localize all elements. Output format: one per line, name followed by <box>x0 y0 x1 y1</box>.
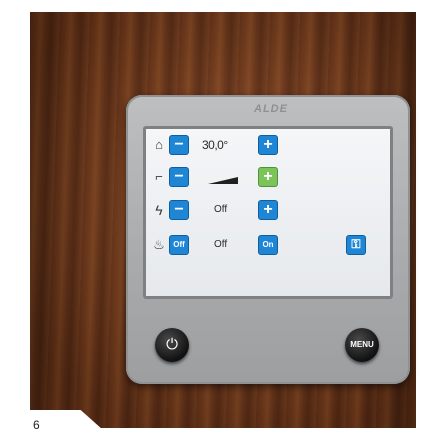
electric-value: Off <box>214 204 228 215</box>
floor-plus-button[interactable]: + <box>258 167 278 187</box>
gas-value: Off <box>214 239 228 250</box>
menu-button[interactable]: MENU <box>345 328 379 362</box>
electric-plus-button[interactable]: + <box>258 200 278 220</box>
temp-plus-button[interactable]: + <box>258 135 278 155</box>
key-lock-button[interactable]: ⚿ <box>346 235 366 255</box>
lightning-icon: ϟ <box>155 202 163 218</box>
floor-heat-icon: ⌐ <box>155 169 163 184</box>
house-thermometer-icon: ⌂ <box>155 137 163 152</box>
gas-on-button[interactable]: On <box>258 235 278 255</box>
brand-logo: ALDE <box>254 103 288 115</box>
level-indicator <box>208 177 238 184</box>
flame-icon: ♨ <box>153 237 165 252</box>
temp-minus-button[interactable]: − <box>169 135 189 155</box>
photo: ALDE ⌂ − 30,0° + ⌐ − + ϟ − Off + ♨ Off O… <box>30 12 416 428</box>
power-button[interactable]: ⏻ <box>155 328 189 362</box>
gas-off-button[interactable]: Off <box>169 235 189 255</box>
electric-minus-button[interactable]: − <box>169 200 189 220</box>
page-number: 6 <box>33 418 40 432</box>
key-icon: ⚿ <box>351 237 361 251</box>
control-panel: ALDE ⌂ − 30,0° + ⌐ − + ϟ − Off + ♨ Off O… <box>126 95 410 384</box>
power-icon: ⏻ <box>166 336 178 353</box>
floor-minus-button[interactable]: − <box>169 167 189 187</box>
temp-value: 30,0° <box>202 138 228 152</box>
touch-screen: ⌂ − 30,0° + ⌐ − + ϟ − Off + ♨ Off Off On… <box>143 126 393 299</box>
